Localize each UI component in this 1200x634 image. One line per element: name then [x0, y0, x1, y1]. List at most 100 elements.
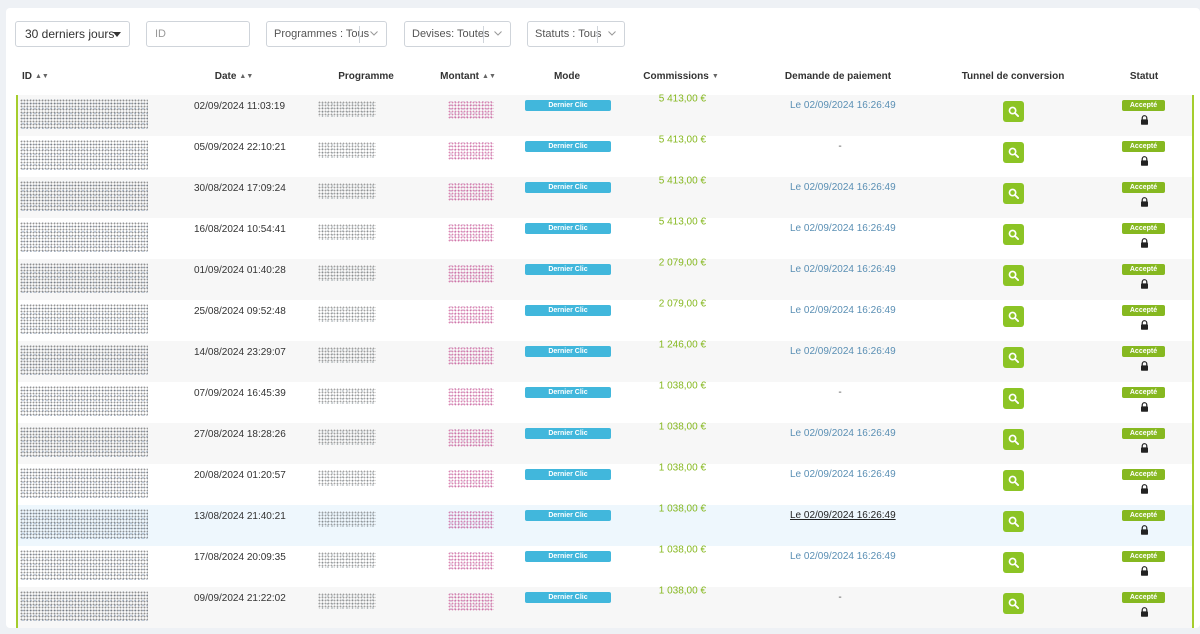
commission-cell: 5 413,00 € — [658, 216, 706, 228]
column-header-id[interactable]: ID ▲▼ — [22, 71, 49, 82]
devises-filter[interactable]: Devises: Toutes — [404, 21, 511, 47]
search-icon — [1008, 188, 1019, 199]
conversion-tunnel-button[interactable] — [1003, 511, 1024, 532]
payment-request-cell: - — [838, 141, 842, 152]
id-filter[interactable] — [146, 21, 250, 47]
payment-request-cell[interactable]: Le 02/09/2024 16:26:49 — [790, 305, 896, 346]
caret-down-icon — [113, 32, 121, 37]
column-header-label: Tunnel de conversion — [961, 71, 1065, 82]
table-row[interactable]: 25/08/2024 09:52:48 Dernier Clic 2 079,00 … — [18, 299, 1192, 341]
divider — [483, 26, 484, 43]
programme-redacted — [318, 470, 376, 486]
programmes-filter-label: Programmes : Tous — [274, 28, 370, 40]
lock-icon — [1141, 566, 1148, 576]
table-row[interactable]: 07/09/2024 16:45:39 Dernier Clic 1 038,00 … — [18, 380, 1192, 423]
payment-request-cell[interactable]: Le 02/09/2024 16:26:49 — [790, 264, 896, 305]
table-row[interactable]: 05/09/2024 22:10:21 Dernier Clic 5 413,00 … — [18, 135, 1192, 177]
statuts-filter[interactable]: Statuts : Tous — [527, 21, 625, 47]
sort-icon: ▲▼ — [239, 73, 254, 80]
id-filter-input[interactable] — [155, 28, 245, 40]
status-badge: Accepté — [1122, 223, 1165, 234]
payment-request-cell[interactable]: Le 02/09/2024 16:26:49 — [790, 346, 896, 387]
payment-request-cell[interactable]: Le 02/09/2024 16:26:49 — [790, 428, 896, 469]
id-redacted — [20, 304, 148, 334]
table-row[interactable]: 27/08/2024 18:28:26 Dernier Clic 1 038,00 … — [18, 422, 1192, 464]
mode-badge: Dernier Clic — [525, 469, 611, 480]
status-badge: Accepté — [1122, 141, 1165, 152]
payment-request-cell[interactable]: Le 02/09/2024 16:26:49 — [790, 100, 896, 141]
conversion-tunnel-button[interactable] — [1003, 265, 1024, 286]
conversion-tunnel-button[interactable] — [1003, 224, 1024, 245]
table-row[interactable]: 20/08/2024 01:20:57 Dernier Clic 1 038,00 … — [18, 462, 1192, 505]
column-header-commissions[interactable]: Commissions ▼ — [643, 71, 719, 82]
column-header-montant[interactable]: Montant ▲▼ — [440, 71, 496, 82]
statuts-filter-label: Statuts : Tous — [535, 28, 602, 40]
chevron-down-icon — [494, 31, 502, 36]
period-dropdown[interactable]: 30 derniers jours — [15, 21, 130, 47]
mode-badge: Dernier Clic — [525, 264, 611, 275]
table-row[interactable]: 13/08/2024 21:40:21 Dernier Clic 1 038,00 … — [18, 504, 1192, 546]
conversion-tunnel-button[interactable] — [1003, 552, 1024, 573]
column-header-label: Statut — [1129, 71, 1159, 82]
id-redacted — [20, 550, 148, 580]
lock-icon — [1141, 156, 1148, 166]
status-badge: Accepté — [1122, 469, 1165, 480]
payment-request-cell[interactable]: Le 02/09/2024 16:26:49 — [790, 510, 896, 551]
programme-redacted — [318, 224, 376, 240]
status-badge: Accepté — [1122, 510, 1165, 521]
commission-cell: 2 079,00 € — [658, 257, 706, 269]
programmes-filter[interactable]: Programmes : Tous — [266, 21, 387, 47]
montant-redacted — [448, 101, 494, 119]
column-header-label: Date — [214, 71, 237, 82]
lock-icon — [1141, 525, 1148, 535]
conversion-tunnel-button[interactable] — [1003, 347, 1024, 368]
status-badge: Accepté — [1122, 551, 1165, 562]
conversion-tunnel-button[interactable] — [1003, 593, 1024, 614]
conversion-tunnel-button[interactable] — [1003, 183, 1024, 204]
table-row[interactable]: 14/08/2024 23:29:07 Dernier Clic 1 246,00 … — [18, 340, 1192, 382]
conversion-tunnel-button[interactable] — [1003, 306, 1024, 327]
conversion-tunnel-button[interactable] — [1003, 101, 1024, 122]
table-row[interactable]: 17/08/2024 20:09:35 Dernier Clic 1 038,00 … — [18, 545, 1192, 587]
id-redacted — [20, 386, 148, 416]
payment-request-cell: - — [838, 387, 842, 398]
conversion-tunnel-button[interactable] — [1003, 388, 1024, 409]
date-cell: 09/09/2024 21:22:02 — [194, 593, 286, 604]
lock-icon — [1141, 238, 1148, 248]
search-icon — [1008, 557, 1019, 568]
payment-request-cell[interactable]: Le 02/09/2024 16:26:49 — [790, 223, 896, 264]
table-row[interactable]: 02/09/2024 11:03:19 Dernier Clic 5 413,00 … — [18, 94, 1192, 136]
mode-badge: Dernier Clic — [525, 223, 611, 234]
conversion-tunnel-button[interactable] — [1003, 470, 1024, 491]
programme-redacted — [318, 552, 376, 568]
search-icon — [1008, 434, 1019, 445]
column-header-statut: Statut — [1130, 71, 1158, 82]
programme-redacted — [318, 511, 376, 527]
montant-redacted — [448, 429, 494, 447]
column-header-label: Mode — [553, 71, 581, 82]
column-header-date[interactable]: Date ▲▼ — [215, 71, 254, 82]
lock-icon — [1141, 361, 1148, 371]
conversion-tunnel-button[interactable] — [1003, 142, 1024, 163]
devises-filter-label: Devises: Toutes — [412, 28, 490, 40]
lock-icon — [1141, 402, 1148, 412]
status-badge: Accepté — [1122, 592, 1165, 603]
table-row[interactable]: 30/08/2024 17:09:24 Dernier Clic 5 413,00 … — [18, 176, 1192, 218]
commission-cell: 1 038,00 € — [658, 380, 706, 392]
payment-request-cell[interactable]: Le 02/09/2024 16:26:49 — [790, 551, 896, 592]
lock-icon — [1141, 320, 1148, 330]
table-row[interactable]: 16/08/2024 10:54:41 Dernier Clic 5 413,00 … — [18, 216, 1192, 259]
payment-request-cell[interactable]: Le 02/09/2024 16:26:49 — [790, 182, 896, 223]
period-label: 30 derniers jours — [25, 27, 115, 41]
montant-redacted — [448, 265, 494, 283]
montant-redacted — [448, 183, 494, 201]
column-header-mode: Mode — [554, 71, 580, 82]
search-icon — [1008, 147, 1019, 158]
commission-cell: 1 038,00 € — [658, 462, 706, 474]
column-header-label: Commissions — [643, 71, 709, 82]
id-redacted — [20, 181, 148, 211]
conversion-tunnel-button[interactable] — [1003, 429, 1024, 450]
search-icon — [1008, 229, 1019, 240]
table-row[interactable]: 01/09/2024 01:40:28 Dernier Clic 2 079,00 … — [18, 257, 1192, 300]
payment-request-cell[interactable]: Le 02/09/2024 16:26:49 — [790, 469, 896, 510]
